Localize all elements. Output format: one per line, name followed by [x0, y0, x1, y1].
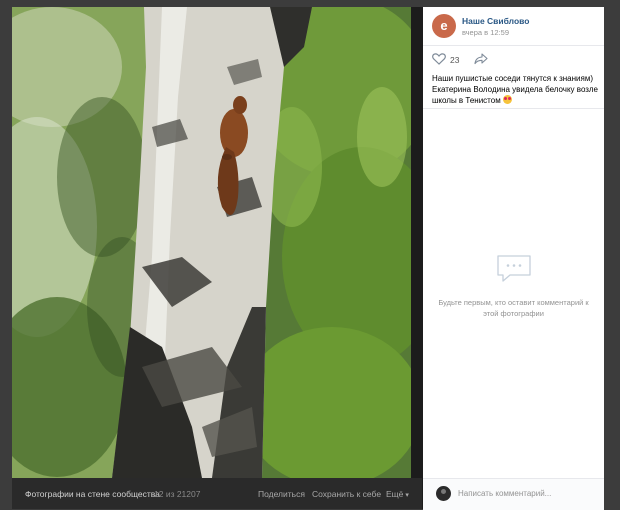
- post-caption: Наши пушистые соседи тянутся к знаниям) …: [432, 73, 600, 106]
- photo-counter: 12 из 21207: [154, 489, 201, 499]
- photo-sidebar: e Наше Свиблово вчера в 12:59 23 Наши пу…: [423, 7, 604, 510]
- heart-icon[interactable]: [432, 53, 446, 65]
- post-time[interactable]: вчера в 12:59: [462, 28, 509, 37]
- user-avatar[interactable]: [436, 486, 451, 501]
- photo-viewer: Фотографии на стене сообщества 12 из 212…: [12, 7, 604, 510]
- post-actions: 23: [423, 45, 604, 71]
- photo[interactable]: [12, 7, 411, 478]
- heart-eyes-emoji: [502, 95, 512, 104]
- share-photo-button[interactable]: Поделиться: [258, 489, 305, 499]
- post-header: e Наше Свиблово вчера в 12:59: [423, 7, 604, 46]
- share-arrow-icon[interactable]: [474, 53, 488, 65]
- photo-bottom-bar: Фотографии на стене сообщества 12 из 212…: [12, 478, 422, 509]
- save-photo-button[interactable]: Сохранить к себе: [312, 489, 381, 499]
- speech-bubble-icon: [497, 255, 531, 282]
- empty-comments-text: Будьте первым, кто оставит комментарий к…: [438, 298, 589, 318]
- comment-input[interactable]: [458, 484, 594, 502]
- album-link[interactable]: Фотографии на стене сообщества: [25, 489, 160, 499]
- comment-bar: [423, 478, 604, 510]
- caption-text: Наши пушистые соседи тянутся к знаниям) …: [432, 74, 598, 105]
- divider: [423, 108, 604, 109]
- more-menu-button[interactable]: Ещё: [386, 489, 409, 499]
- like-count: 23: [450, 55, 460, 65]
- group-name-link[interactable]: Наше Свиблово: [462, 16, 529, 26]
- photo-image: [12, 7, 411, 478]
- group-avatar[interactable]: e: [432, 14, 456, 38]
